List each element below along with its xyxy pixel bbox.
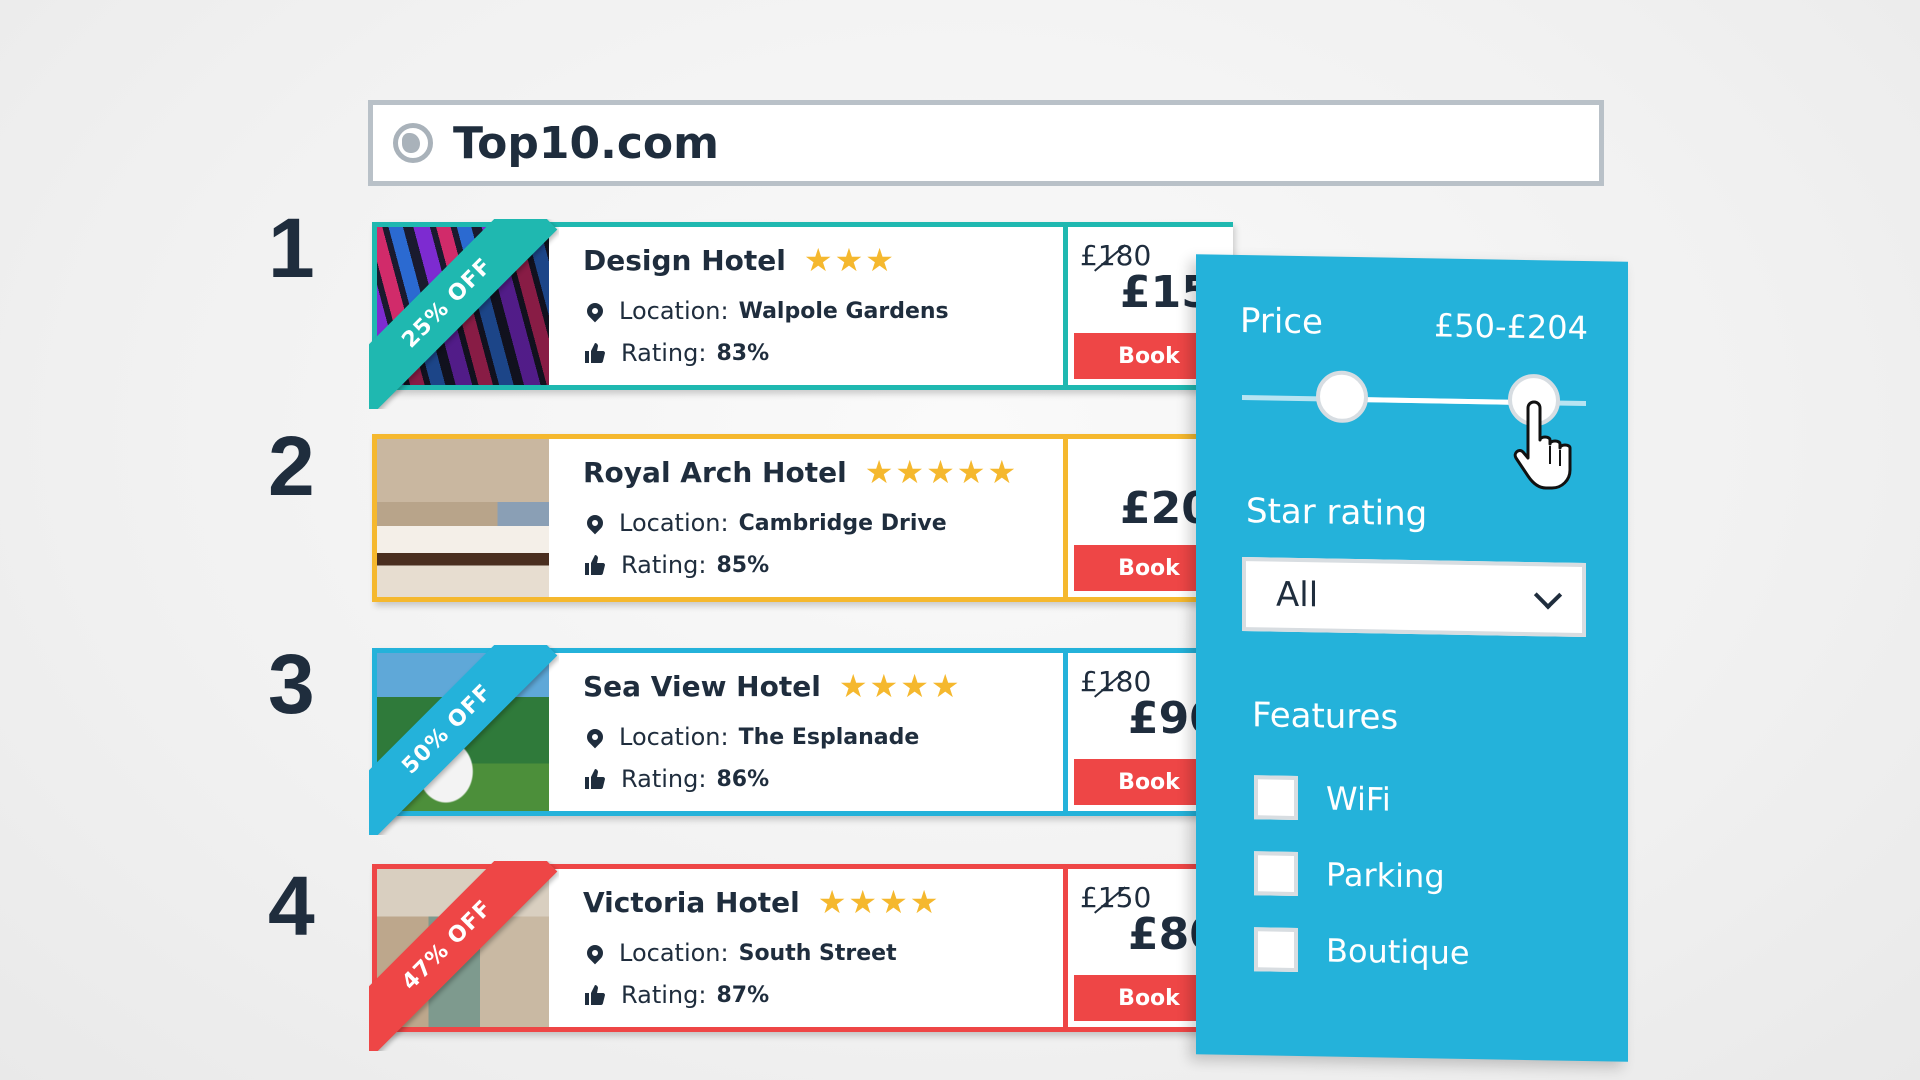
- location-pin-icon: [583, 511, 607, 535]
- star-rating-selected: All: [1276, 574, 1319, 616]
- address-bar[interactable]: Top10.com: [368, 100, 1604, 186]
- location-label: Location:: [619, 297, 729, 325]
- rating-value: 86%: [716, 766, 770, 792]
- rank-number: 1: [268, 201, 315, 295]
- rating-value: 87%: [716, 982, 770, 1008]
- thumbs-up-icon: [583, 983, 609, 1007]
- feature-label: Parking: [1326, 855, 1445, 896]
- location-value: Cambridge Drive: [738, 510, 947, 536]
- feature-checkbox-parking[interactable]: Parking: [1254, 851, 1445, 898]
- hotel-card[interactable]: 50% OFF Sea View Hotel ★★★★ Location: The …: [369, 645, 1233, 835]
- hotel-photo: [377, 439, 549, 597]
- chevron-down-icon: [1533, 581, 1563, 610]
- location-label: Location:: [619, 939, 729, 967]
- location-value: The Esplanade: [738, 724, 920, 750]
- discount-badge: 47% OFF: [369, 861, 558, 1051]
- location-pin-icon: [583, 725, 607, 749]
- rating-label: Rating:: [621, 981, 707, 1009]
- checkbox[interactable]: [1254, 927, 1298, 973]
- discount-badge: 50% OFF: [369, 645, 558, 835]
- hand-cursor-icon: [1513, 400, 1572, 490]
- rating-value: 85%: [716, 552, 770, 578]
- location-label: Location:: [619, 723, 729, 751]
- star-rating-select[interactable]: All: [1242, 557, 1586, 638]
- price-range-value: £50-£204: [1433, 306, 1588, 348]
- hotel-card[interactable]: 25% OFF Design Hotel ★★★ Location: Walpole…: [369, 219, 1242, 409]
- price-slider-fill: [1341, 396, 1535, 406]
- rank-number: 3: [268, 637, 315, 731]
- star-rating-filter-label: Star rating: [1246, 491, 1428, 535]
- rating-value: 83%: [716, 340, 770, 366]
- globe-icon: [393, 123, 433, 163]
- location-value: South Street: [738, 940, 897, 966]
- rank-number: 2: [268, 419, 315, 513]
- location-value: Walpole Gardens: [738, 298, 949, 324]
- feature-checkbox-boutique[interactable]: Boutique: [1254, 927, 1470, 975]
- hotel-name[interactable]: Victoria Hotel: [583, 886, 800, 919]
- location-pin-icon: [583, 299, 607, 323]
- hotel-name[interactable]: Royal Arch Hotel: [583, 456, 847, 489]
- rating-label: Rating:: [621, 765, 707, 793]
- star-rating-icons: ★★★★★: [864, 453, 1019, 491]
- star-rating-icons: ★★★★: [838, 667, 962, 705]
- rating-label: Rating:: [621, 551, 707, 579]
- discount-badge: 25% OFF: [369, 219, 558, 409]
- price-filter-label: Price: [1240, 300, 1323, 343]
- location-pin-icon: [583, 941, 607, 965]
- rank-number: 4: [268, 859, 315, 953]
- hotel-name[interactable]: Sea View Hotel: [583, 670, 821, 703]
- thumbs-up-icon: [583, 341, 609, 365]
- checkbox[interactable]: [1254, 851, 1298, 897]
- features-label: Features: [1252, 695, 1399, 738]
- location-label: Location:: [619, 509, 729, 537]
- hotel-card[interactable]: 47% OFF Victoria Hotel ★★★★ Location: Sout…: [369, 861, 1233, 1051]
- rating-label: Rating:: [621, 339, 707, 367]
- feature-label: Boutique: [1326, 931, 1470, 973]
- feature-checkbox-wifi[interactable]: WiFi: [1254, 775, 1391, 821]
- thumbs-up-icon: [583, 553, 609, 577]
- hotel-name[interactable]: Design Hotel: [583, 244, 786, 277]
- filter-panel: Price £50-£204 Star rating All Features …: [1196, 254, 1628, 1062]
- hotel-card[interactable]: Royal Arch Hotel ★★★★★ Location: Cambridge…: [372, 434, 1242, 602]
- price-slider-min-handle[interactable]: [1315, 370, 1368, 424]
- star-rating-icons: ★★★: [803, 241, 896, 279]
- url-text: Top10.com: [453, 117, 719, 169]
- thumbs-up-icon: [583, 767, 609, 791]
- star-rating-icons: ★★★★: [817, 883, 941, 921]
- checkbox[interactable]: [1254, 775, 1298, 821]
- feature-label: WiFi: [1326, 779, 1391, 819]
